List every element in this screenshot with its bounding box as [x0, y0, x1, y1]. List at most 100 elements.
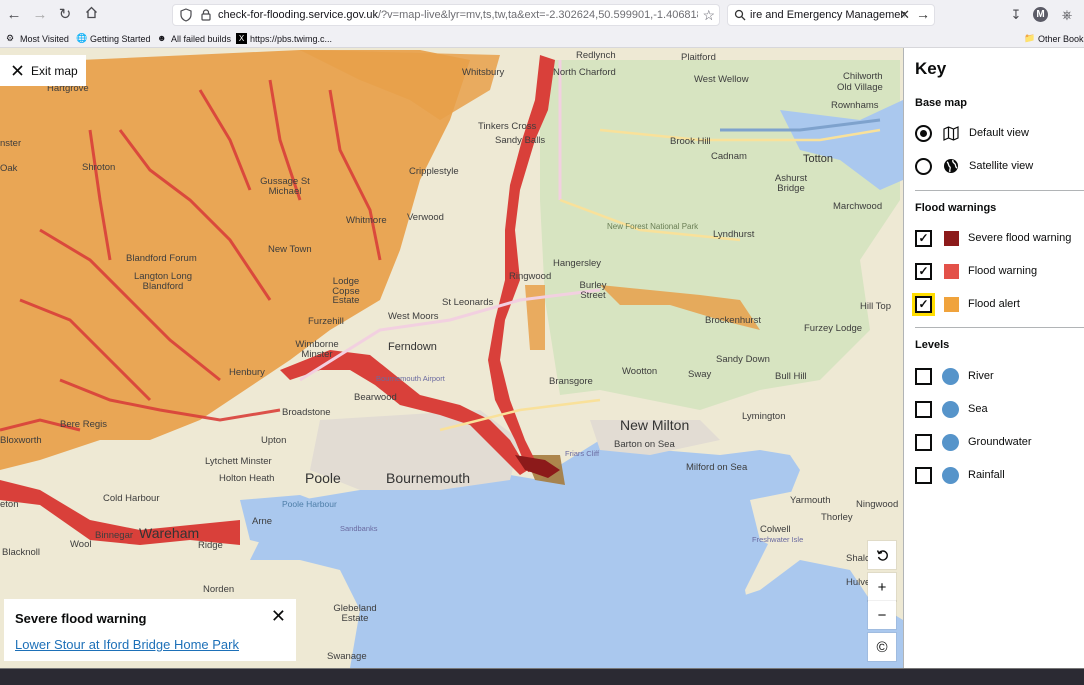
downloads-icon[interactable]: ↧ — [1007, 6, 1025, 24]
place-label: New Forest National Park — [607, 222, 699, 231]
lock-icon[interactable] — [199, 8, 213, 22]
url-text: check-for-flooding.service.gov.uk/?v=map… — [218, 9, 698, 21]
go-arrow-icon[interactable]: → — [916, 6, 930, 22]
flood-alert-toggle[interactable]: ✓ Flood alert — [912, 292, 1020, 316]
place-label: Swanage — [327, 651, 367, 662]
bookmark-most-visited[interactable]: ⚙ Most Visited — [6, 33, 69, 44]
zoom-in-button[interactable]: + — [868, 573, 896, 601]
place-label: West Moors — [388, 311, 439, 322]
bookmark-label: Most Visited — [20, 33, 69, 44]
place-label: Langton Long Blandford — [133, 271, 193, 292]
place-label: eton — [0, 499, 19, 510]
place-label: Hulve — [846, 577, 871, 588]
checkbox-rainfall[interactable] — [915, 466, 932, 484]
zoom-out-button[interactable]: − — [868, 601, 896, 629]
checkbox-groundwater[interactable] — [915, 433, 932, 451]
attribution-button[interactable]: © — [868, 633, 896, 661]
checkbox-sea[interactable] — [915, 400, 932, 418]
severe-flood-warning-toggle[interactable]: ✓ Severe flood warning — [915, 228, 1071, 248]
place-label: West Wellow — [694, 74, 749, 85]
home-icon[interactable] — [81, 5, 101, 25]
checkbox-severe[interactable]: ✓ — [915, 229, 932, 247]
radio-satellite-view[interactable] — [915, 157, 932, 175]
reset-rotation-button[interactable] — [868, 541, 896, 569]
gear-icon: ⚙ — [6, 33, 15, 43]
flood-area-link[interactable]: Lower Stour at Iford Bridge Home Park — [15, 637, 239, 652]
exit-map-label: Exit map — [31, 63, 78, 78]
warning-swatch — [944, 263, 959, 279]
place-label: Marchwood — [833, 201, 883, 212]
place-label: nster — [0, 138, 22, 149]
severe-label: Severe flood warning — [968, 232, 1072, 244]
bookmark-other[interactable]: 📁Other Bookm — [1024, 33, 1084, 44]
groundwater-label: Groundwater — [968, 436, 1032, 448]
key-title: Key — [915, 59, 947, 78]
checkbox-river[interactable] — [915, 367, 932, 385]
place-label: Whitsbury — [462, 67, 505, 78]
place-label: Hill Top — [860, 301, 891, 312]
url-domain: check-for-flooding.service.gov.uk — [218, 9, 378, 21]
place-label: New Milton — [620, 417, 690, 433]
clear-search-icon[interactable]: ✕ — [899, 7, 910, 23]
place-label: Ridge — [198, 540, 223, 551]
reload-icon[interactable]: ↻ — [55, 5, 75, 25]
place-label: Wimborne Minster — [295, 339, 339, 360]
place-label: Shroton — [82, 162, 116, 173]
map-icon — [942, 124, 960, 142]
x-logo-icon: X — [236, 33, 247, 44]
place-label: Bloxworth — [0, 435, 42, 446]
checkbox-alert[interactable]: ✓ — [912, 292, 935, 316]
alert-swatch — [944, 296, 959, 312]
groundwater-level-toggle[interactable]: Groundwater — [915, 432, 1032, 452]
bookmark-label: Getting Started — [90, 33, 151, 44]
place-label: Whitmore — [346, 215, 387, 226]
place-label: Old Village — [837, 82, 883, 93]
extensions-icon[interactable]: ⎈ — [1058, 6, 1076, 24]
place-label: Ningwood — [856, 499, 899, 510]
place-label: Ashurst Bridge — [774, 173, 808, 194]
divider — [915, 327, 1084, 328]
radio-default-view[interactable] — [915, 124, 932, 142]
place-label: Sandbanks — [340, 524, 378, 533]
bookmark-failed-builds[interactable]: ☻ All failed builds — [157, 33, 231, 44]
bookmark-label: All failed builds — [171, 33, 232, 44]
forward-icon[interactable]: → — [30, 5, 50, 25]
satellite-view-label: Satellite view — [969, 160, 1034, 172]
checkbox-warning[interactable]: ✓ — [915, 262, 932, 280]
shield-icon[interactable] — [179, 8, 193, 22]
flood-map[interactable]: Hartgrove nster Oak Shroton Gussage St M… — [0, 48, 903, 668]
place-label: Burley Street — [579, 280, 607, 301]
divider — [915, 190, 1084, 191]
place-label: Upton — [261, 435, 287, 446]
place-label: Holton Heath — [219, 473, 275, 484]
place-label: Wool — [70, 539, 92, 550]
place-label: Bere Regis — [60, 419, 107, 430]
bookmark-twimg[interactable]: Xhttps://pbs.twimg.c... — [236, 33, 332, 44]
back-icon[interactable]: ← — [4, 5, 24, 25]
search-bar[interactable]: ire and Emergency Management ✕ → — [727, 4, 935, 26]
groundwater-icon — [942, 433, 959, 451]
exit-map-button[interactable]: Exit map — [0, 55, 86, 86]
bookmark-getting-started[interactable]: 🌐 Getting Started — [76, 33, 151, 44]
default-view-option[interactable]: Default view — [915, 123, 1029, 143]
sea-level-toggle[interactable]: Sea — [915, 399, 988, 419]
levels-heading: Levels — [915, 339, 950, 351]
satellite-view-option[interactable]: Satellite view — [915, 156, 1033, 176]
browser-toolbar: ← → ↻ check-for-flooding.service.gov.uk/… — [0, 0, 1084, 30]
place-label: Bull Hill — [775, 371, 807, 382]
river-level-toggle[interactable]: River — [915, 366, 994, 386]
account-avatar[interactable]: M — [1033, 7, 1048, 22]
globe-icon: 🌐 — [76, 33, 88, 43]
bookmark-star-icon[interactable]: ☆ — [702, 7, 715, 24]
sea-icon — [942, 400, 959, 418]
reset-icon — [876, 549, 888, 561]
river-label: River — [968, 370, 994, 382]
url-bar[interactable]: check-for-flooding.service.gov.uk/?v=map… — [172, 4, 720, 26]
close-info-button[interactable]: ✕ — [271, 606, 286, 627]
place-label: Barton on Sea — [614, 439, 675, 450]
rainfall-level-toggle[interactable]: Rainfall — [915, 465, 1005, 485]
place-label: Colwell — [760, 524, 791, 535]
flood-warning-toggle[interactable]: ✓ Flood warning — [915, 261, 1037, 281]
place-label: Cold Harbour — [103, 493, 160, 504]
default-view-label: Default view — [969, 127, 1029, 139]
